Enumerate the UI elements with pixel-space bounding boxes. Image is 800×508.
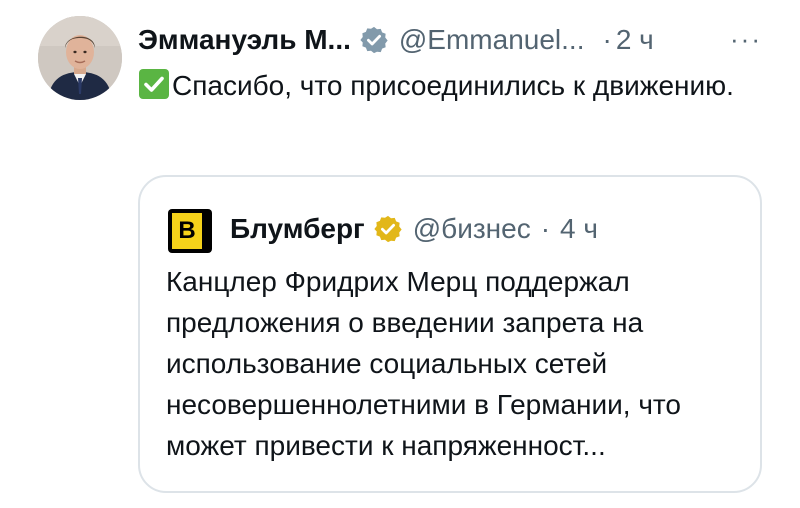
post-text: Спасибо, что присоединились к движению.	[138, 66, 758, 106]
quoted-post-time[interactable]: 4 ч	[560, 213, 598, 245]
bloomberg-logo[interactable]: B	[168, 209, 212, 253]
verified-badge-icon[interactable]	[359, 25, 389, 55]
logo-letter: B	[172, 213, 202, 249]
post-text-content: Спасибо, что присоединились к движению.	[172, 70, 734, 101]
more-options-icon[interactable]: ···	[726, 24, 766, 54]
quoted-separator-dot: ·	[540, 213, 551, 244]
avatar-photo	[38, 16, 122, 100]
quoted-post-header: Блумберг @бизнес · 4 ч	[230, 209, 598, 249]
post[interactable]: Эммануэль М... @Emmanuel... · 2 ч ··· Сп…	[0, 0, 800, 508]
separator-dot: ·	[602, 24, 612, 55]
author-handle[interactable]: @Emmanuel...	[399, 24, 585, 56]
post-time[interactable]: 2 ч	[616, 24, 654, 56]
quoted-author-name[interactable]: Блумберг	[230, 213, 365, 245]
author-avatar[interactable]	[38, 16, 122, 100]
author-name[interactable]: Эммануэль М...	[138, 24, 351, 56]
check-mark-button-icon	[138, 68, 170, 100]
quoted-post[interactable]: B Блумберг @бизнес · 4 ч Канцлер Фридрих…	[138, 175, 762, 493]
quoted-author-handle[interactable]: @бизнес	[413, 213, 531, 245]
gold-verified-badge-icon[interactable]	[373, 214, 403, 244]
post-header: Эммануэль М... @Emmanuel... · 2 ч	[138, 22, 654, 58]
quoted-post-text: Канцлер Фридрих Мерц поддержал предложен…	[166, 266, 682, 461]
